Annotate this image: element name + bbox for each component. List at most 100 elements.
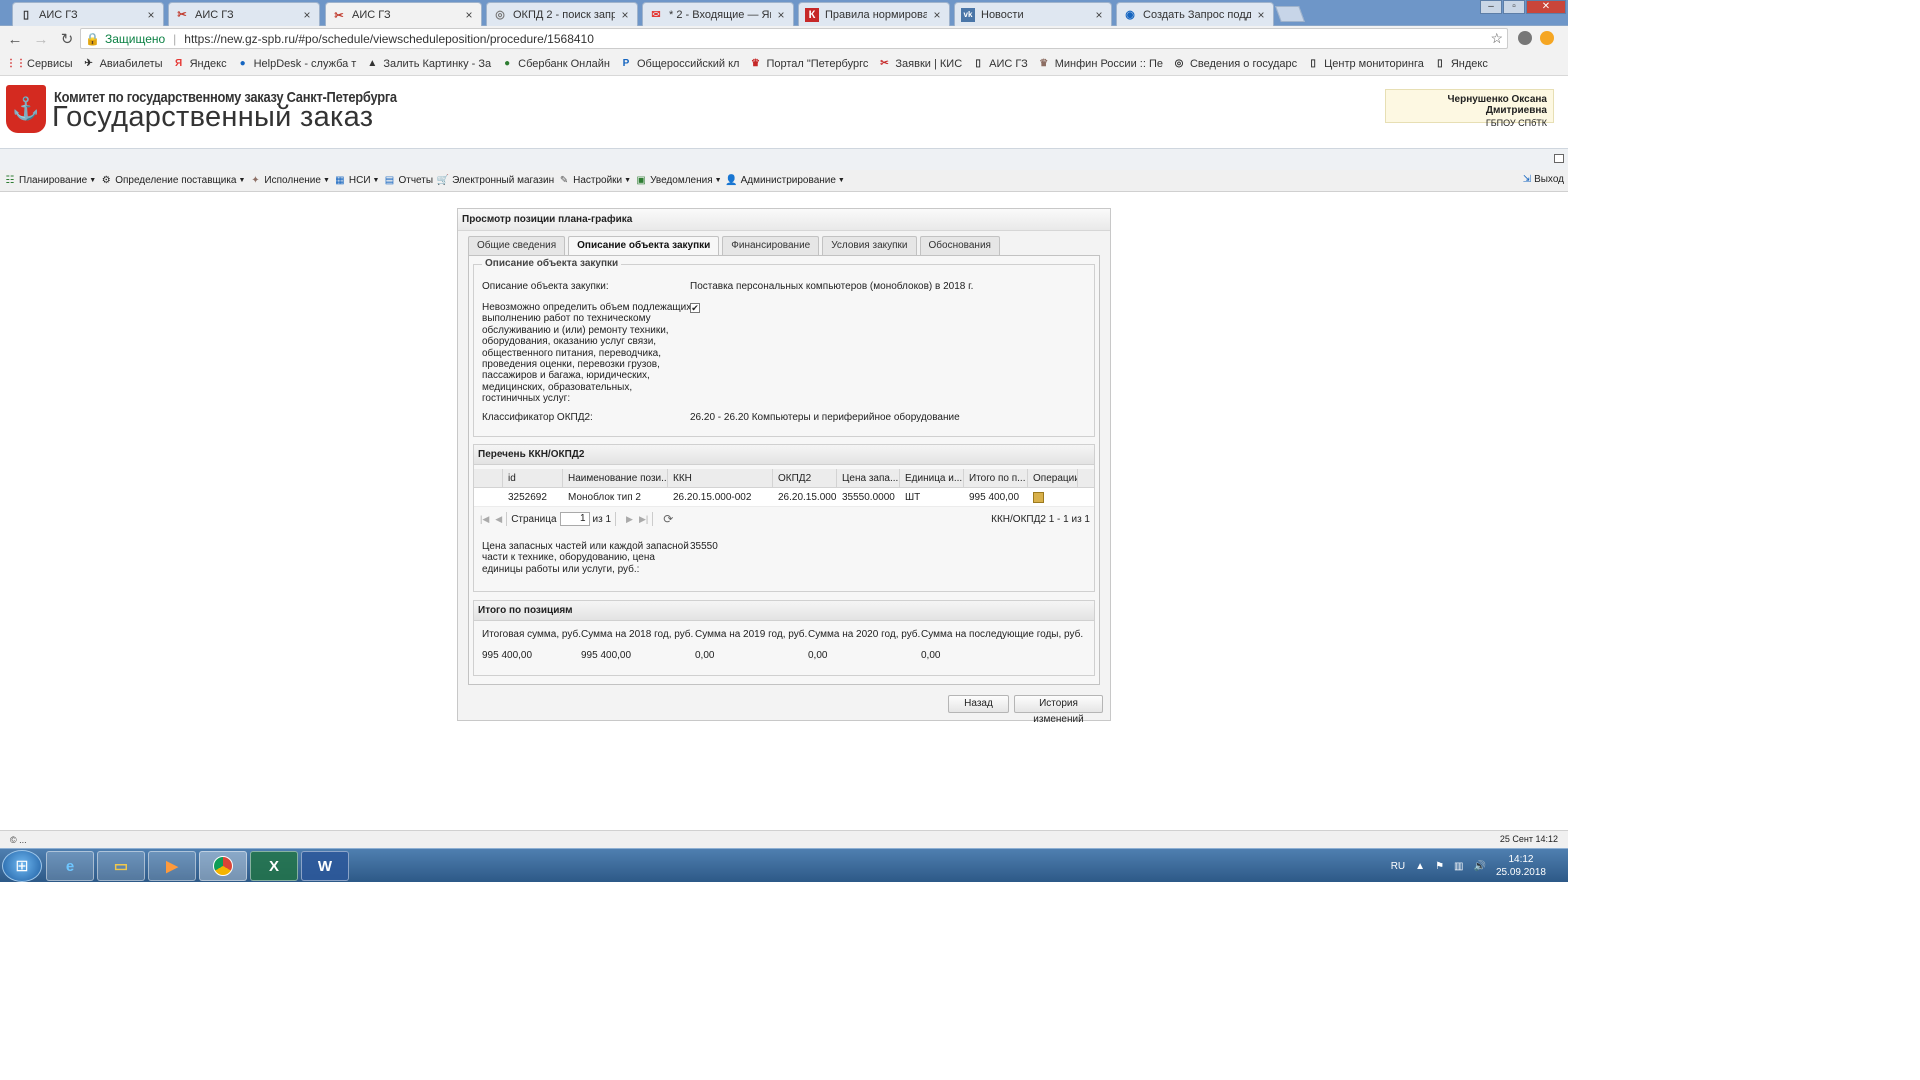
prev-page-icon[interactable]: ◀ bbox=[495, 514, 502, 525]
menu-settings[interactable]: ✎ Настройки ▼ bbox=[558, 175, 631, 187]
taskbar-clock[interactable]: 14:12 25.09.2018 bbox=[1496, 853, 1546, 879]
back-arrow-icon[interactable]: ← bbox=[4, 31, 26, 48]
menu-planning[interactable]: ☷ Планирование ▼ bbox=[4, 175, 97, 187]
menu-reports[interactable]: ▤ Отчеты bbox=[383, 175, 433, 187]
tab-general-info[interactable]: Общие сведения bbox=[468, 236, 566, 255]
menu-supplier[interactable]: ⚙ Определение поставщика ▼ bbox=[100, 175, 246, 187]
menu-administration[interactable]: 👤 Администрирование ▼ bbox=[725, 175, 845, 187]
reload-icon[interactable]: ↻ bbox=[56, 30, 78, 48]
bookmark-label: Сбербанк Онлайн bbox=[518, 57, 610, 70]
explorer-icon[interactable]: ▭ bbox=[97, 851, 145, 881]
language-indicator[interactable]: RU bbox=[1391, 861, 1405, 872]
close-icon[interactable]: × bbox=[619, 8, 631, 22]
bookmark-label: Сервисы bbox=[27, 57, 73, 70]
volume-undefined-checkbox[interactable]: ✔ bbox=[690, 303, 700, 313]
bookmark-yandex[interactable]: Я Яндекс bbox=[173, 58, 227, 70]
browser-tab-ais-gz-2[interactable]: ✂ АИС ГЗ × bbox=[168, 2, 320, 26]
table-row[interactable]: 3252692 Моноблок тип 2 26.20.15.000-002 … bbox=[474, 488, 1094, 507]
col-price[interactable]: Цена запа... bbox=[837, 469, 900, 487]
col-operations[interactable]: Операции bbox=[1028, 469, 1078, 487]
page-number-input[interactable]: 1 bbox=[559, 512, 590, 526]
exit-button[interactable]: ⇲ Выход bbox=[1523, 174, 1564, 185]
tab-justifications[interactable]: Обоснования bbox=[919, 236, 1000, 255]
bookmark-yandex-2[interactable]: ▯ Яндекс bbox=[1434, 58, 1488, 70]
extension-icon[interactable] bbox=[1518, 31, 1532, 45]
close-icon[interactable]: × bbox=[301, 8, 313, 22]
browser-tab-ais-gz-1[interactable]: ▯ АИС ГЗ × bbox=[12, 2, 164, 26]
bookmark-services[interactable]: ⋮⋮ Сервисы bbox=[6, 57, 73, 70]
menu-execution[interactable]: ✦ Исполнение ▼ bbox=[249, 175, 330, 187]
tab-financing[interactable]: Финансирование bbox=[722, 236, 820, 255]
last-page-icon[interactable]: ▶| bbox=[639, 514, 648, 525]
tab-title: АИС ГЗ bbox=[352, 9, 391, 21]
browser-tab-ais-gz-active[interactable]: ✂ АИС ГЗ × bbox=[325, 2, 482, 27]
col-id[interactable]: id bbox=[503, 469, 563, 487]
caret-down-icon: ▼ bbox=[238, 177, 246, 184]
excel-icon[interactable]: X bbox=[250, 851, 298, 881]
browser-tab-vk-news[interactable]: vk Новости × bbox=[954, 2, 1112, 26]
bookmark-spb-portal[interactable]: ♛ Портал "Петербургс bbox=[749, 58, 868, 70]
chrome-icon[interactable] bbox=[199, 851, 247, 881]
tab-object-description[interactable]: Описание объекта закупки bbox=[568, 236, 720, 256]
browser-tab-okpd[interactable]: ◎ ОКПД 2 - поиск запрето × bbox=[486, 2, 638, 26]
close-icon[interactable]: × bbox=[1255, 8, 1267, 22]
close-icon[interactable]: × bbox=[145, 8, 157, 22]
extension-orange-icon[interactable] bbox=[1540, 31, 1554, 45]
tab-purchase-conditions[interactable]: Условия закупки bbox=[822, 236, 917, 255]
back-button[interactable]: Назад bbox=[948, 695, 1009, 713]
col-unit[interactable]: Единица и... bbox=[900, 469, 964, 487]
bookmark-label: Яндекс bbox=[1450, 57, 1488, 70]
bookmark-state-info[interactable]: ◎ Сведения о государс bbox=[1173, 58, 1298, 70]
totals-value-total: 995 400,00 bbox=[482, 650, 533, 661]
window-close-icon[interactable]: ✕ bbox=[1526, 0, 1566, 14]
minimize-icon[interactable]: – bbox=[1480, 0, 1502, 14]
bookmark-monitoring[interactable]: ▯ Центр мониторинга bbox=[1307, 58, 1423, 70]
col-kkn[interactable]: ККН bbox=[668, 469, 773, 487]
media-player-icon[interactable]: ▶ bbox=[148, 851, 196, 881]
browser-tab-support-request[interactable]: ◉ Создать Запрос поддерж × bbox=[1116, 2, 1274, 26]
label-line: проведения оценки, перевозки грузов, bbox=[482, 359, 660, 371]
bookmark-avia[interactable]: ✈ Авиабилеты bbox=[83, 58, 162, 70]
ie-icon[interactable]: e bbox=[46, 851, 94, 881]
col-okpd2[interactable]: ОКПД2 bbox=[773, 469, 837, 487]
close-icon[interactable]: × bbox=[463, 8, 475, 22]
url-input[interactable]: 🔒 Защищено | https://new.gz-spb.ru/#po/s… bbox=[80, 28, 1508, 49]
bookmark-ais-gz[interactable]: ▯ АИС ГЗ bbox=[972, 58, 1027, 70]
first-page-icon[interactable]: |◀ bbox=[480, 514, 489, 525]
bookmark-sberbank[interactable]: ● Сбербанк Онлайн bbox=[501, 58, 610, 70]
word-icon[interactable]: W bbox=[301, 851, 349, 881]
bookmark-helpdesk[interactable]: ● HelpDesk - служба т bbox=[237, 58, 357, 70]
browser-tab-yandex-mail[interactable]: ✉ * 2 - Входящие — Яндекс × bbox=[642, 2, 794, 26]
menu-notifications[interactable]: ▣ Уведомления ▼ bbox=[635, 175, 721, 187]
close-icon[interactable]: × bbox=[775, 8, 787, 22]
maximize-icon[interactable]: ▫ bbox=[1503, 0, 1525, 14]
next-page-icon[interactable]: ▶ bbox=[626, 514, 633, 525]
close-icon[interactable]: × bbox=[931, 8, 943, 22]
col-name[interactable]: Наименование пози... bbox=[563, 469, 668, 487]
start-button[interactable]: ⊞ bbox=[2, 850, 42, 882]
bookmark-classifier[interactable]: Р Общероссийский кл bbox=[620, 58, 740, 70]
status-bar: © ... 25 Сент 14:12 bbox=[0, 830, 1568, 848]
close-icon[interactable]: × bbox=[1093, 8, 1105, 22]
menu-e-shop[interactable]: 🛒 Электронный магазин bbox=[437, 175, 554, 187]
bookmark-minfin[interactable]: ♛ Минфин России :: Пе bbox=[1038, 58, 1163, 70]
view-details-icon[interactable] bbox=[1033, 492, 1044, 503]
forward-arrow-icon[interactable]: → bbox=[30, 31, 52, 48]
col-total[interactable]: Итого по п... bbox=[964, 469, 1028, 487]
show-hidden-icons-icon[interactable]: ▲ bbox=[1415, 861, 1425, 872]
network-icon[interactable]: ▥ bbox=[1454, 861, 1463, 872]
flag-icon[interactable]: ⚑ bbox=[1435, 861, 1444, 872]
menu-nsi[interactable]: ▦ НСИ ▼ bbox=[334, 175, 379, 187]
refresh-icon[interactable]: ⟳ bbox=[663, 512, 673, 526]
classifier-icon: Р bbox=[622, 58, 630, 69]
collapse-header-button[interactable] bbox=[1554, 154, 1564, 163]
change-history-button[interactable]: История изменений bbox=[1014, 695, 1103, 725]
bookmark-image-upload[interactable]: ▲ Залить Картинку - За bbox=[366, 58, 491, 70]
bookmark-label: Яндекс bbox=[189, 57, 227, 70]
new-tab-button[interactable] bbox=[1275, 6, 1305, 22]
volume-icon[interactable]: 🔊 bbox=[1473, 861, 1485, 872]
bookmark-star-icon[interactable]: ☆ bbox=[1490, 30, 1503, 47]
browser-tab-rules[interactable]: К Правила нормирования × bbox=[798, 2, 950, 26]
window-controls: – ▫ ✕ bbox=[1479, 0, 1566, 14]
bookmark-kis[interactable]: ✂ Заявки | КИС bbox=[878, 58, 962, 70]
